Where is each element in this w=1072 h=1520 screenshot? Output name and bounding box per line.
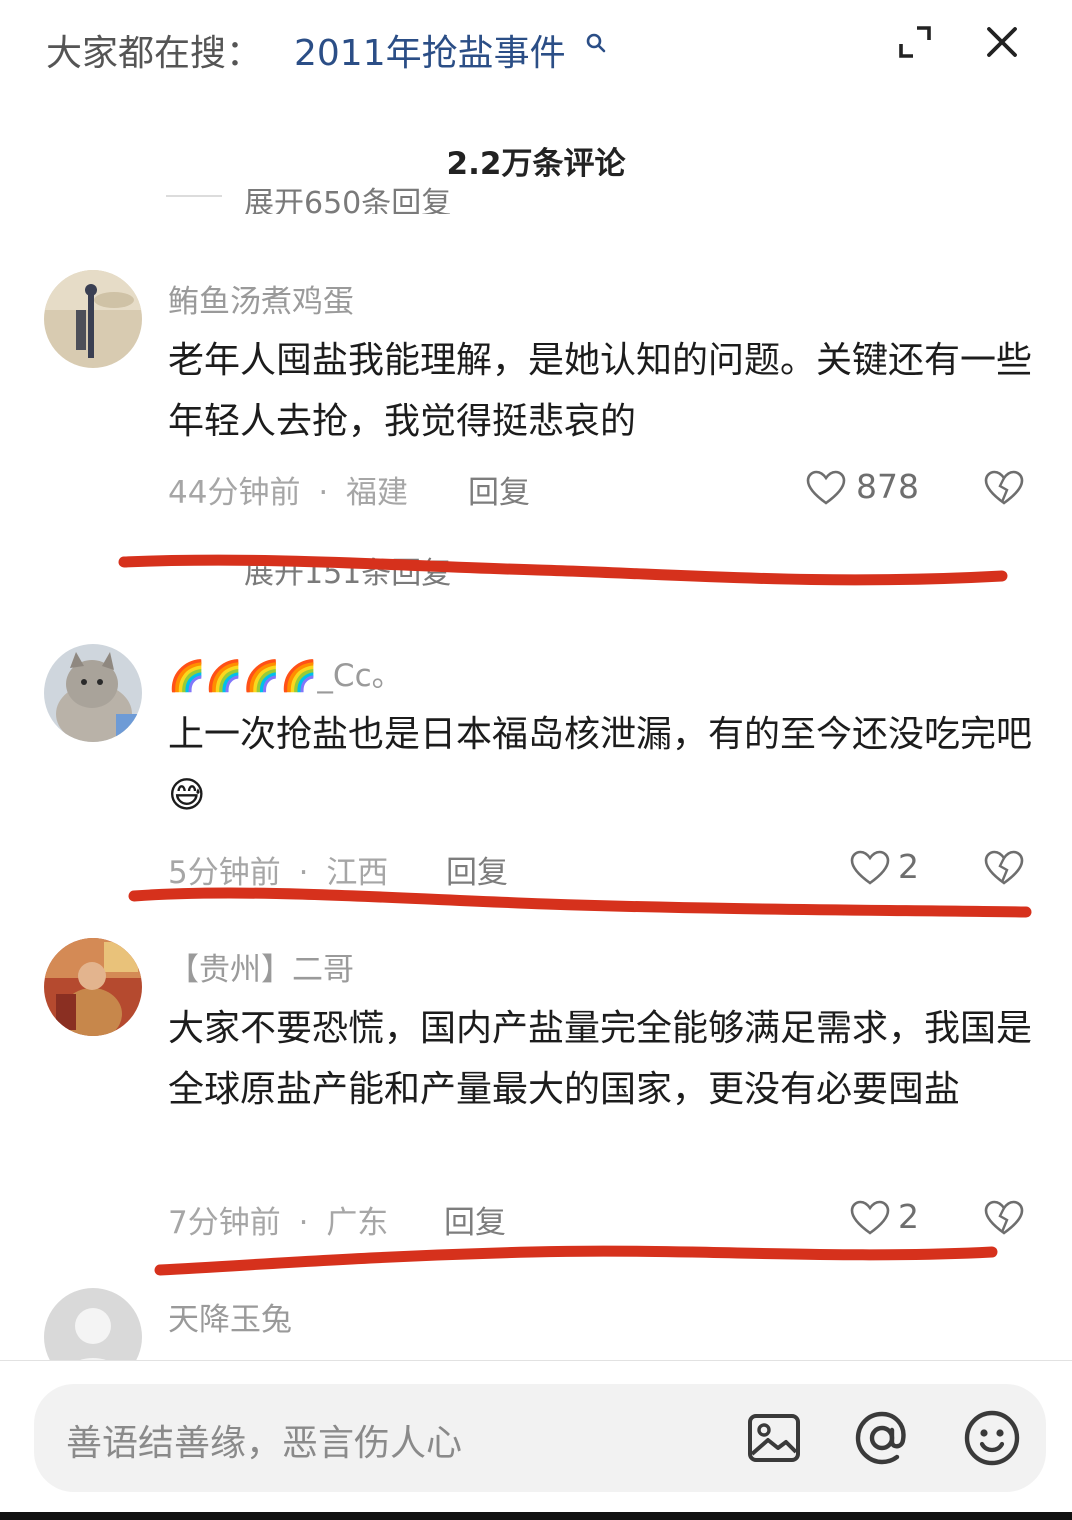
- bottom-edge: [0, 1512, 1072, 1520]
- comment-username[interactable]: 天降玉兔: [168, 1294, 292, 1339]
- close-icon[interactable]: [982, 22, 1022, 62]
- comment-text: 大家不要恐慌，国内产盐量完全能够满足需求，我国是全球原盐产能和产量最大的国家，更…: [168, 1008, 1033, 1110]
- expand-icon[interactable]: [895, 22, 935, 62]
- comment-text: 上一次抢盐也是日本福岛核泄漏，有的至今还没吃完吧 😅: [168, 704, 1038, 826]
- annotation-underline: [128, 887, 1032, 918]
- search-icon[interactable]: [584, 32, 608, 56]
- like-count: 878: [856, 467, 919, 506]
- avatar[interactable]: [44, 644, 142, 742]
- at-icon[interactable]: [852, 1408, 912, 1468]
- annotation-underline: [154, 1245, 998, 1276]
- comment-location: 福建: [346, 475, 409, 511]
- annotation-underline: [118, 554, 1008, 586]
- sweat-smile-emoji: 😅: [168, 775, 206, 816]
- comment-time: 44分钟前: [168, 475, 301, 511]
- reply-button[interactable]: 回复: [468, 467, 530, 512]
- expand-replies-label: 展开650条回复: [244, 186, 452, 214]
- comment-meta: 44分钟前 · 福建: [168, 467, 408, 512]
- image-icon[interactable]: [746, 1410, 802, 1466]
- comment-username[interactable]: 【贵州】二哥: [168, 944, 354, 989]
- emoji-icon[interactable]: [962, 1408, 1022, 1468]
- username-emoji: 🌈🌈🌈🌈: [168, 659, 318, 694]
- hot-search-link[interactable]: 2011年抢盐事件: [294, 24, 566, 76]
- username-text: _Cc。: [317, 658, 403, 694]
- heart-outline-icon[interactable]: [806, 470, 846, 506]
- broken-heart-icon[interactable]: [984, 469, 1024, 507]
- avatar[interactable]: [44, 270, 142, 368]
- prev-expand-replies[interactable]: 展开650条回复: [166, 168, 566, 214]
- comment-username[interactable]: 鲔鱼汤煮鸡蛋: [168, 276, 354, 321]
- comment-username[interactable]: 🌈🌈🌈🌈_Cc。: [168, 650, 403, 695]
- comment-text-body: 上一次抢盐也是日本福岛核泄漏，有的至今还没吃完吧: [168, 714, 1033, 755]
- input-placeholder[interactable]: 善语结善缘，恶言伤人心: [66, 1414, 462, 1466]
- meta-separator: ·: [318, 475, 329, 511]
- comment-text: 老年人囤盐我能理解，是她认知的问题。关键还有一些年轻人去抢，我觉得挺悲哀的: [168, 340, 1033, 442]
- expand-divider: [166, 195, 222, 197]
- avatar[interactable]: [44, 938, 142, 1036]
- search-prefix: 大家都在搜：: [46, 33, 263, 74]
